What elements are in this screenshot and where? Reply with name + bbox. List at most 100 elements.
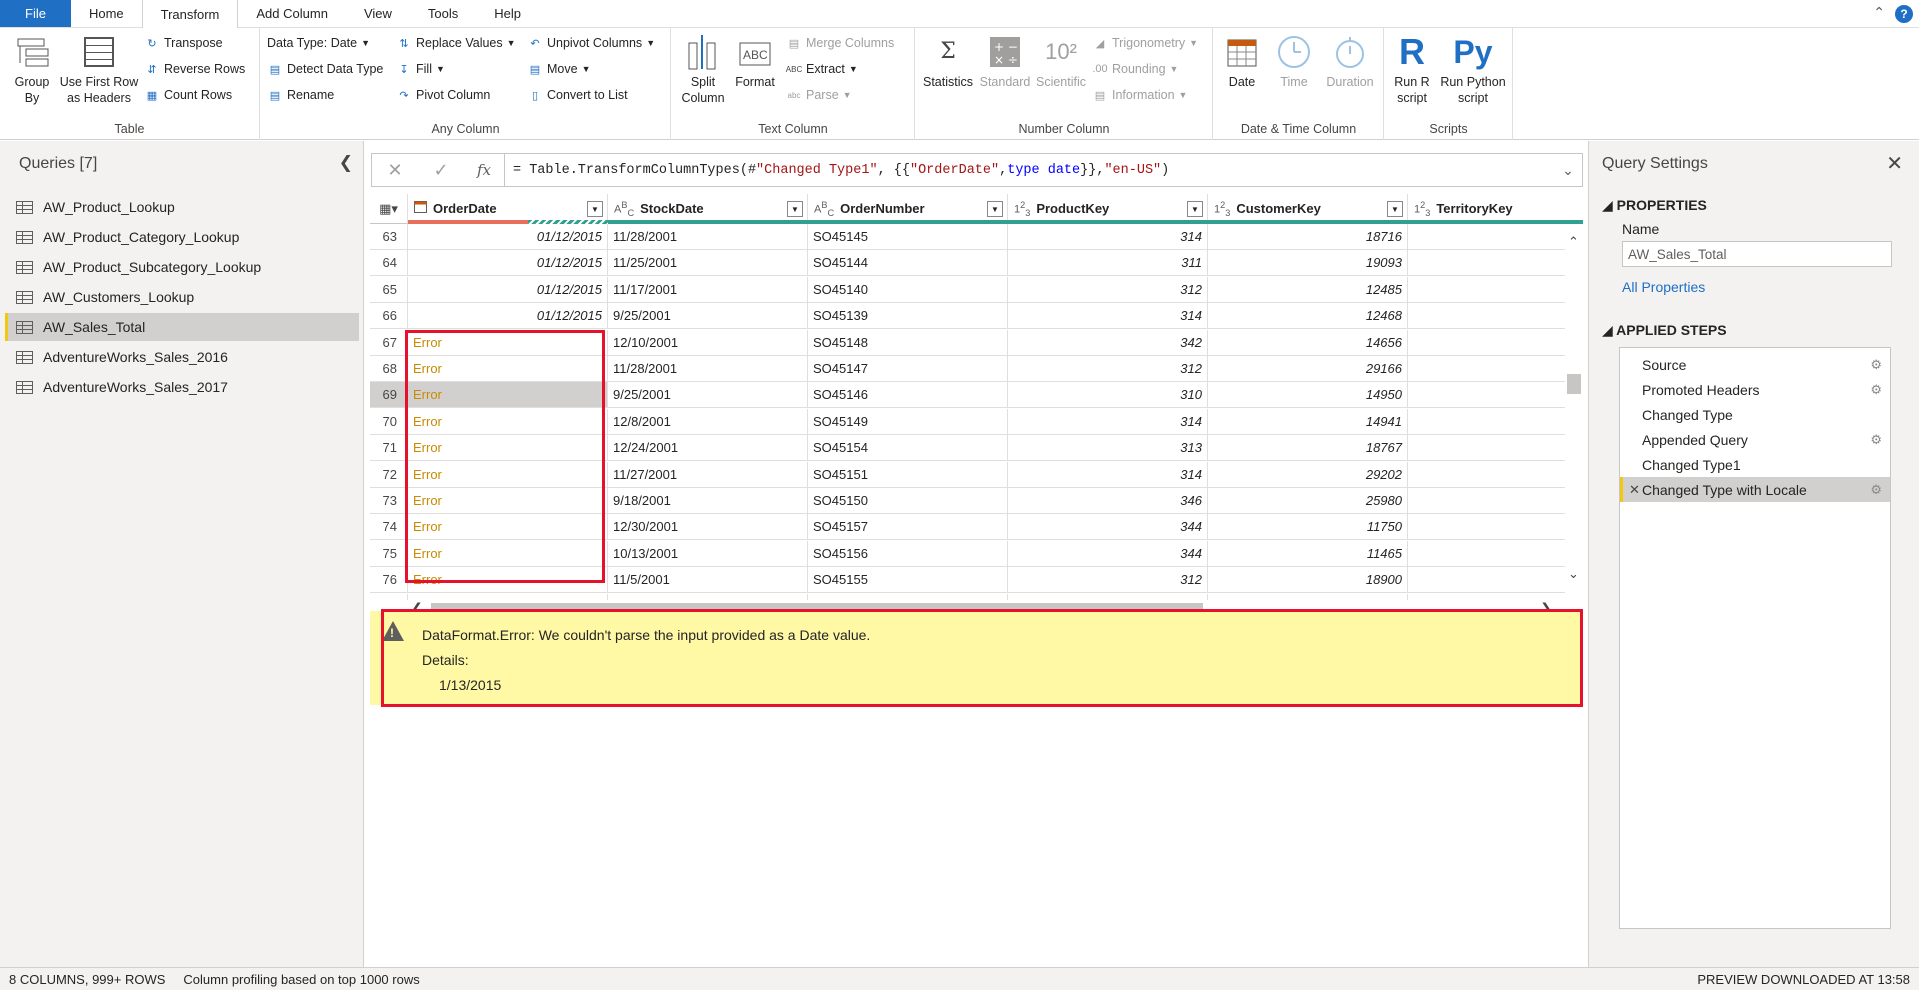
row-number[interactable]: 68: [370, 356, 408, 382]
cell-orderdate[interactable]: 01/12/2015: [408, 303, 608, 330]
cell-ordernumber[interactable]: SO45139: [808, 303, 1008, 330]
cell-orderdate[interactable]: 01/12/2015: [408, 276, 608, 303]
date-button[interactable]: Date: [1216, 32, 1268, 90]
transpose-button[interactable]: ↻ Transpose: [144, 36, 222, 50]
cell-customerkey[interactable]: 19093: [1208, 250, 1408, 277]
format-button[interactable]: ABC Format: [730, 32, 780, 90]
cell-territorykey[interactable]: [1408, 541, 1565, 567]
applied-step[interactable]: Promoted Headers ⚙: [1620, 377, 1890, 402]
cell-ordernumber[interactable]: SO45155: [808, 567, 1008, 594]
filter-dropdown-icon[interactable]: ▼: [987, 201, 1003, 217]
query-item[interactable]: AW_Product_Subcategory_Lookup: [5, 253, 359, 281]
cell-stockdate[interactable]: 11/28/2001: [608, 356, 808, 382]
cell-customerkey[interactable]: 18716: [1208, 224, 1408, 250]
query-item[interactable]: AW_Customers_Lookup: [5, 283, 359, 311]
filter-dropdown-icon[interactable]: ▼: [1387, 201, 1403, 217]
table-menu-icon[interactable]: ▦▾: [370, 194, 408, 224]
column-header-ordernumber[interactable]: ABC OrderNumber ▼: [808, 194, 1008, 224]
cell-stockdate[interactable]: 11/25/2001: [608, 250, 808, 277]
cell-ordernumber[interactable]: SO45149: [808, 408, 1008, 435]
rename-button[interactable]: ▤ Rename: [267, 88, 334, 102]
query-item-selected[interactable]: AW_Sales_Total: [5, 313, 359, 341]
column-header-customerkey[interactable]: 123 CustomerKey ▼: [1208, 194, 1408, 224]
group-by-button[interactable]: Group By: [8, 32, 56, 106]
cell-productkey[interactable]: 310: [1008, 382, 1208, 409]
row-number[interactable]: 73: [370, 488, 408, 514]
cell-stockdate[interactable]: 11/27/2001: [608, 461, 808, 488]
tab-home[interactable]: Home: [71, 0, 142, 27]
gear-icon[interactable]: ⚙: [1870, 482, 1882, 498]
expand-formula-icon[interactable]: ⌄: [1554, 162, 1582, 179]
cell-stockdate[interactable]: 12/8/2001: [608, 408, 808, 435]
filter-dropdown-icon[interactable]: ▼: [587, 201, 603, 217]
cell-ordernumber[interactable]: SO45140: [808, 276, 1008, 303]
cell-ordernumber[interactable]: SO45147: [808, 356, 1008, 382]
cell-territorykey[interactable]: [1408, 488, 1565, 514]
cell-ordernumber[interactable]: SO45156: [808, 540, 1008, 567]
scientific-button[interactable]: 10² Scientific: [1032, 32, 1090, 90]
cancel-icon[interactable]: ✕: [372, 160, 418, 181]
cell-stockdate[interactable]: 11/28/2001: [608, 224, 808, 250]
cell-productkey[interactable]: 344: [1008, 514, 1208, 541]
applied-step[interactable]: Changed Type: [1620, 402, 1890, 427]
cell-customerkey[interactable]: 18900: [1208, 567, 1408, 594]
cell-customerkey[interactable]: 18767: [1208, 435, 1408, 462]
row-number[interactable]: 76: [370, 567, 408, 594]
cell-ordernumber[interactable]: SO45151: [808, 461, 1008, 488]
tab-help[interactable]: Help: [476, 0, 539, 27]
filter-dropdown-icon[interactable]: ▼: [787, 201, 803, 217]
cell-ordernumber[interactable]: SO45144: [808, 250, 1008, 277]
help-icon[interactable]: ?: [1895, 5, 1913, 23]
cell-customerkey[interactable]: 25980: [1208, 488, 1408, 514]
applied-step[interactable]: ✕ Changed Type with Locale ⚙: [1620, 477, 1890, 502]
scroll-down-icon[interactable]: ⌄: [1568, 566, 1579, 582]
detect-data-type-button[interactable]: ▤ Detect Data Type: [267, 62, 384, 76]
tab-view[interactable]: View: [346, 0, 410, 27]
tab-tools[interactable]: Tools: [410, 0, 476, 27]
gear-icon[interactable]: ⚙: [1870, 432, 1882, 448]
cell-stockdate[interactable]: 11/5/2001: [608, 567, 808, 594]
cell-productkey[interactable]: 314: [1008, 461, 1208, 488]
cell-ordernumber[interactable]: SO45154: [808, 435, 1008, 462]
row-number[interactable]: 63: [370, 224, 408, 250]
cell-customerkey[interactable]: 14950: [1208, 382, 1408, 409]
cell-productkey[interactable]: 312: [1008, 276, 1208, 303]
tab-file[interactable]: File: [0, 0, 71, 27]
column-header-orderdate[interactable]: OrderDate ▼: [408, 194, 608, 224]
parse-dropdown[interactable]: abc Parse ▼: [786, 88, 852, 102]
cell-orderdate[interactable]: 01/12/2015: [408, 250, 608, 277]
fill-dropdown[interactable]: ↧ Fill ▼: [396, 62, 445, 76]
unpivot-columns-dropdown[interactable]: ↶ Unpivot Columns ▼: [527, 36, 655, 50]
reverse-rows-button[interactable]: ⇵ Reverse Rows: [144, 62, 245, 76]
run-r-script-button[interactable]: R Run R script: [1387, 32, 1437, 106]
split-column-button[interactable]: Split Column: [678, 32, 728, 106]
cell-territorykey[interactable]: [1408, 462, 1565, 488]
scroll-thumb[interactable]: [1567, 374, 1581, 394]
query-item[interactable]: AW_Product_Category_Lookup: [5, 223, 359, 251]
rounding-dropdown[interactable]: .00 Rounding ▼: [1092, 62, 1178, 76]
cell-stockdate[interactable]: 12/30/2001: [608, 514, 808, 541]
extract-dropdown[interactable]: ABC Extract ▼: [786, 62, 858, 76]
vertical-scrollbar[interactable]: ⌃ ⌄: [1565, 224, 1583, 600]
cell-ordernumber[interactable]: SO45150: [808, 488, 1008, 514]
cell-stockdate[interactable]: 12/24/2001: [608, 435, 808, 462]
column-header-stockdate[interactable]: ABC StockDate ▼: [608, 194, 808, 224]
cell-ordernumber[interactable]: SO45146: [808, 382, 1008, 409]
cell-productkey[interactable]: 312: [1008, 356, 1208, 382]
cell-territorykey[interactable]: [1408, 409, 1565, 435]
cell-ordernumber[interactable]: SO45145: [808, 224, 1008, 250]
cell-territorykey[interactable]: [1408, 356, 1565, 382]
cell-stockdate[interactable]: 11/17/2001: [608, 276, 808, 303]
collapse-ribbon-icon[interactable]: ⌃: [1873, 4, 1885, 21]
pivot-column-button[interactable]: ↷ Pivot Column: [396, 88, 490, 102]
table-row[interactable]: 66 01/12/2015 9/25/2001 SO45139 314 12468: [370, 303, 1583, 330]
cell-customerkey[interactable]: 11465: [1208, 540, 1408, 567]
applied-step[interactable]: Source ⚙: [1620, 352, 1890, 377]
replace-values-dropdown[interactable]: ⇅ Replace Values ▼: [396, 36, 515, 50]
row-number[interactable]: 75: [370, 540, 408, 567]
filter-dropdown-icon[interactable]: ▼: [1187, 201, 1203, 217]
statistics-button[interactable]: Σ Statistics: [920, 32, 976, 90]
close-icon[interactable]: ✕: [1886, 151, 1903, 176]
row-number[interactable]: 70: [370, 408, 408, 435]
table-row[interactable]: 63 01/12/2015 11/28/2001 SO45145 314 18716: [370, 224, 1583, 250]
